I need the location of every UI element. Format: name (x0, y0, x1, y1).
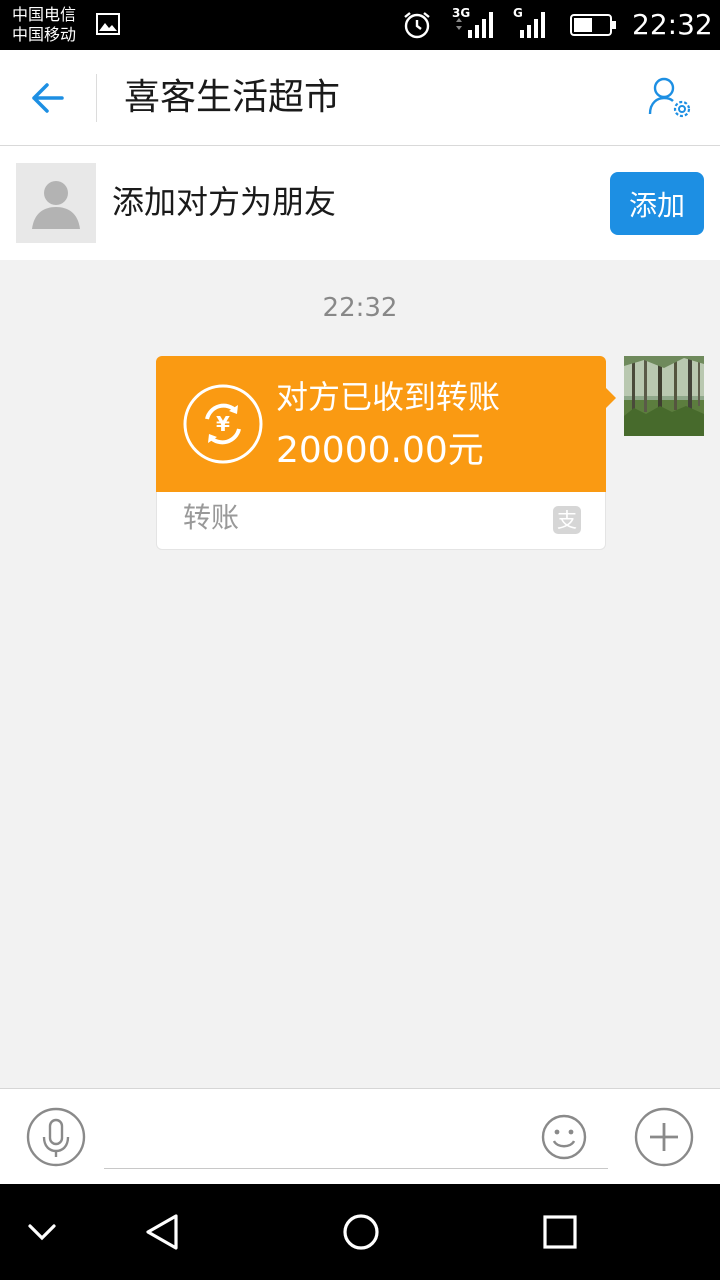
carrier-label-1: 中国电信 (12, 5, 77, 24)
transfer-card[interactable]: ¥ 对方已收到转账 20000.00元 转账 支 (156, 356, 616, 550)
add-friend-button[interactable]: 添加 (610, 172, 704, 235)
header-divider (96, 74, 97, 122)
nav-recents-button[interactable] (536, 1208, 584, 1256)
message-input[interactable] (104, 1101, 608, 1169)
forest-photo-icon (624, 356, 704, 436)
bubble-pointer (606, 388, 616, 408)
sender-avatar[interactable] (624, 356, 704, 436)
arrow-left-icon (32, 83, 64, 113)
signal-icon: 3G (450, 6, 500, 40)
transfer-amount: 20000.00元 (276, 430, 484, 471)
battery-icon (570, 14, 616, 36)
hide-keyboard-button[interactable] (18, 1208, 66, 1256)
home-circle-icon (343, 1214, 379, 1250)
signal-icon: G (512, 6, 554, 40)
message-timestamp: 22:32 (322, 293, 398, 323)
nav-back-button[interactable] (138, 1208, 186, 1256)
gallery-icon (96, 13, 120, 35)
alarm-icon (404, 12, 430, 39)
avatar (16, 163, 96, 243)
add-friend-prompt: 添加对方为朋友 (112, 183, 337, 221)
carrier-label-2: 中国移动 (12, 25, 77, 44)
svg-text:¥: ¥ (216, 412, 230, 436)
transfer-yen-icon: ¥ (183, 384, 263, 464)
user-silhouette-icon (32, 181, 80, 229)
transfer-status: 对方已收到转账 (276, 378, 501, 416)
chevron-down-icon (28, 1224, 56, 1241)
transfer-card-footer: 转账 支 (156, 492, 606, 550)
transfer-label: 转账 (183, 501, 240, 534)
profile-settings-icon (648, 77, 691, 118)
back-triangle-icon (146, 1214, 178, 1250)
carrier-info: 中国电信 中国移动 (12, 5, 76, 45)
nav-home-button[interactable] (337, 1208, 385, 1256)
more-options-button[interactable] (634, 1107, 694, 1167)
message-input-bar (0, 1088, 720, 1184)
plus-icon (634, 1107, 694, 1167)
profile-settings-button[interactable] (646, 76, 696, 122)
system-nav-bar (0, 1184, 720, 1280)
back-button[interactable] (22, 72, 74, 124)
chat-header: 喜客生活超市 (0, 50, 720, 146)
alipay-icon: 支 (553, 506, 581, 534)
add-friend-bar: 添加对方为朋友 添加 (0, 146, 720, 260)
emoji-icon (541, 1114, 587, 1160)
emoji-button[interactable] (540, 1113, 588, 1161)
voice-input-button[interactable] (26, 1107, 86, 1167)
status-time: 22:32 (632, 8, 713, 41)
transfer-card-header: ¥ 对方已收到转账 20000.00元 (156, 356, 606, 492)
microphone-icon (26, 1107, 86, 1167)
recents-square-icon (543, 1215, 577, 1249)
status-bar: 中国电信 中国移动 3G G 22:32 (0, 0, 720, 50)
page-title: 喜客生活超市 (124, 77, 341, 118)
